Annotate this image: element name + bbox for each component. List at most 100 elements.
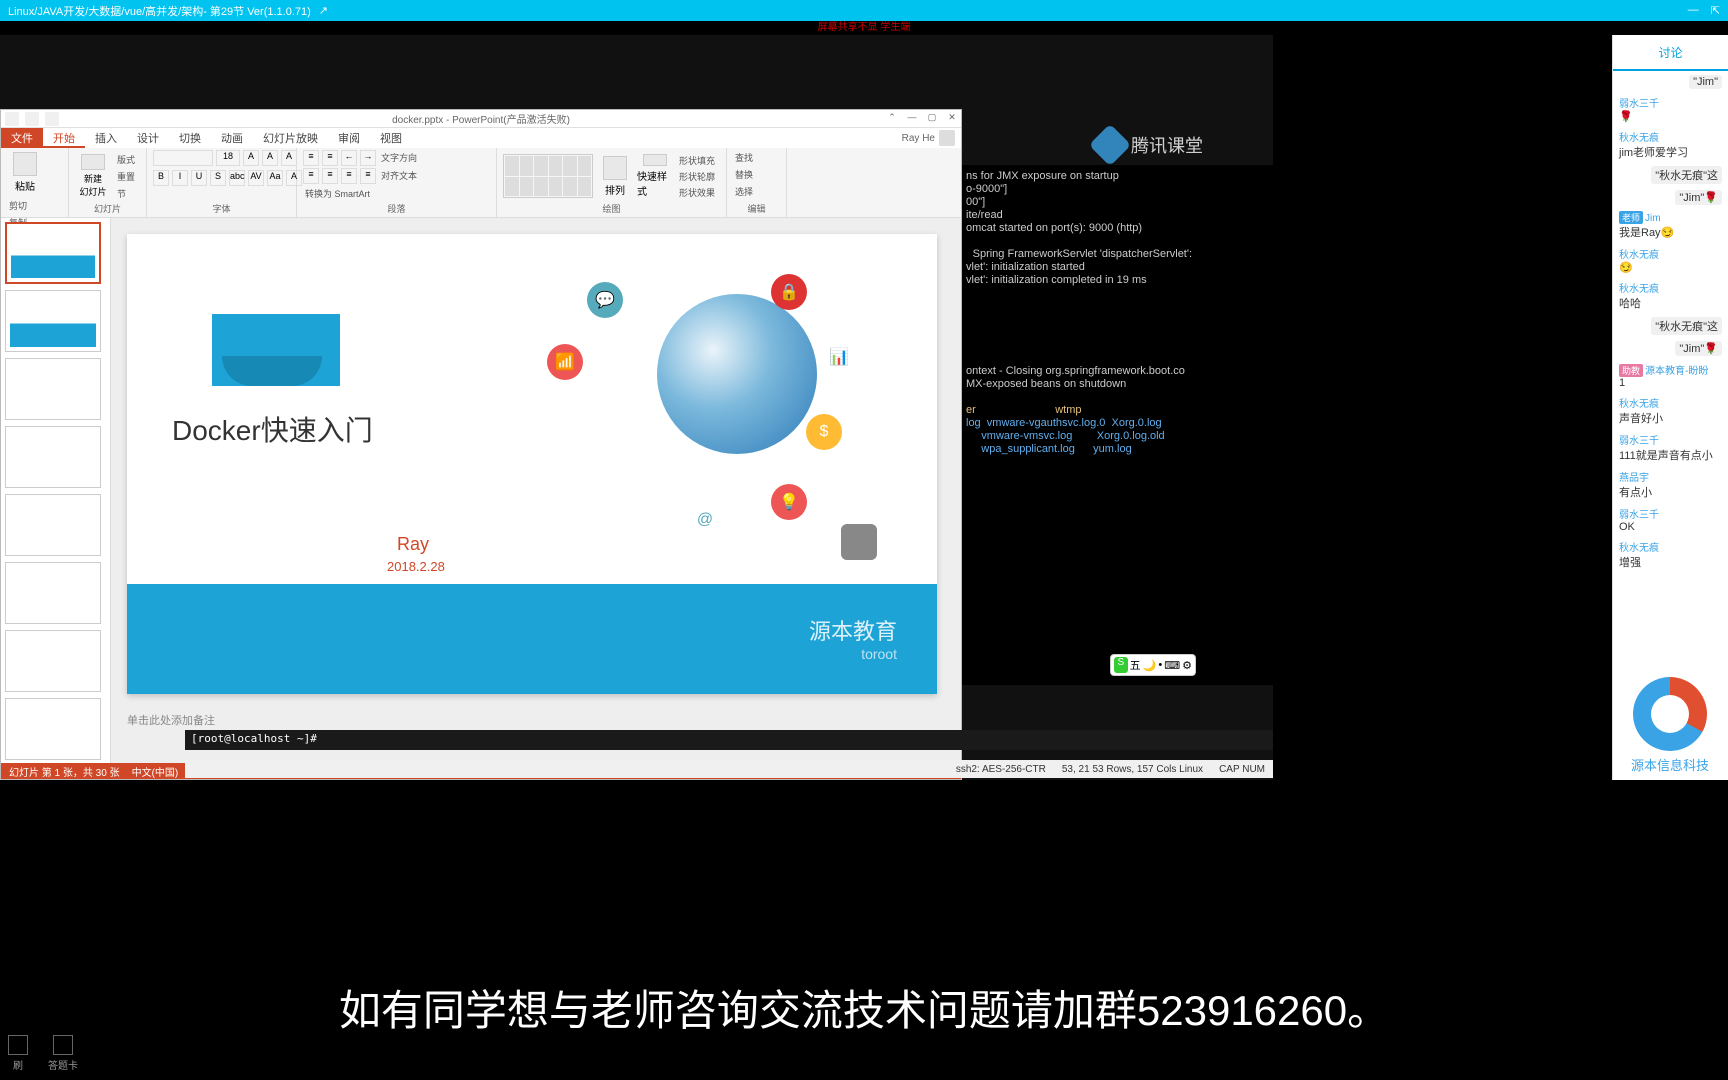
taskbar-item-1[interactable]: 刷 [8,1035,28,1072]
align-left-icon[interactable]: ≡ [303,168,319,184]
find-button[interactable]: 查找 [733,150,755,165]
replace-button[interactable]: 替换 [733,167,755,182]
thumb-6[interactable] [5,562,101,624]
thumb-5[interactable] [5,494,101,556]
thumb-3[interactable] [5,358,101,420]
ime-dot-icon[interactable]: • [1158,659,1162,671]
spacing-icon[interactable]: AV [248,170,264,186]
section-button[interactable]: 节 [115,186,137,201]
chat-message: "Jim" [1619,75,1722,89]
select-button[interactable]: 选择 [733,184,755,199]
group-para-label: 段落 [303,202,490,215]
company-name: 源本信息科技 [1620,755,1720,774]
align-center-icon[interactable]: ≡ [322,168,338,184]
chat-message: 秋水无痕jim老师爱学习 [1619,129,1722,160]
tab-review[interactable]: 审阅 [328,128,370,148]
strike-icon[interactable]: S [210,170,226,186]
taskbar-item-2[interactable]: 答题卡 [48,1035,78,1072]
terminal-output[interactable]: ns for JMX exposure on startup o-9000"] … [962,165,1273,685]
thumb-7[interactable] [5,630,101,692]
user-name: Ray He [902,133,935,144]
align-right-icon[interactable]: ≡ [341,168,357,184]
ime-kbd-icon[interactable]: ⌨ [1164,659,1180,672]
ime-mode[interactable]: 五 [1130,657,1141,673]
smartart-button[interactable]: 转换为 SmartArt [303,186,372,202]
tab-animations[interactable]: 动画 [211,128,253,148]
tab-design[interactable]: 设计 [127,128,169,148]
mouse-icon [841,524,877,560]
bold-icon[interactable]: B [153,170,169,186]
indent-inc-icon[interactable]: → [360,150,376,166]
font-family-select[interactable] [153,150,213,166]
minimize-icon[interactable]: — [1688,4,1699,17]
new-slide-button[interactable]: 新建 幻灯片 [75,154,111,198]
slide-author[interactable]: Ray [397,534,429,555]
save-icon[interactable] [5,112,19,126]
text-dir-button[interactable]: 文字方向 [379,150,419,166]
shape-effect-button[interactable]: 形状效果 [677,185,717,200]
ribbon-opts-icon[interactable]: ⌃ [883,112,901,126]
indent-dec-icon[interactable]: ← [341,150,357,166]
pin-icon[interactable]: ⇱ [1711,4,1720,17]
win-max-icon[interactable]: ▢ [923,112,941,126]
quick-style-button[interactable]: 快速样式 [637,154,673,198]
bottom-overlay: 如有同学想与老师咨询交流技术问题请加群523916260。 刷 答题卡 [0,780,1728,1080]
grow-font-icon[interactable]: A [243,150,259,166]
ime-moon-icon[interactable]: 🌙 [1143,659,1157,672]
slide-date[interactable]: 2018.2.28 [387,559,445,574]
paste-button[interactable]: 粘贴 [7,150,43,194]
lang-indicator[interactable]: 中文(中国) [132,764,179,779]
lock-icon: 🔒 [771,274,807,310]
tab-insert[interactable]: 插入 [85,128,127,148]
numbering-icon[interactable]: ≡ [322,150,338,166]
user-account[interactable]: Ray He [902,128,961,148]
tab-file[interactable]: 文件 [1,128,43,148]
case-icon[interactable]: Aa [267,170,283,186]
chat-message: "Jim"🌹 [1619,190,1722,205]
undo-icon[interactable] [25,112,39,126]
ime-gear-icon[interactable]: ⚙ [1182,659,1192,672]
italic-icon[interactable]: I [172,170,188,186]
notes-placeholder[interactable]: 单击此处添加备注 [127,712,945,728]
chat-messages[interactable]: "Jim"弱水三千🌹秋水无痕jim老师爱学习"秋水无痕"这"Jim"🌹老师Jim… [1613,71,1728,780]
shrink-font-icon[interactable]: A [262,150,278,166]
cursor-pos: 53, 21 53 Rows, 157 Cols Linux [1062,764,1203,775]
bullets-icon[interactable]: ≡ [303,150,319,166]
current-slide[interactable]: Docker快速入门 💬 🔒 📶 📊 $ 💡 @ Ray 2018.2.28 源… [127,234,937,694]
tab-view[interactable]: 视图 [370,128,412,148]
shape-fill-button[interactable]: 形状填充 [677,153,717,168]
align-text-button[interactable]: 对齐文本 [379,168,419,184]
font-size-select[interactable]: 18 [216,150,240,166]
slide-thumbnails[interactable] [1,218,111,769]
terminal-prompt[interactable]: [root@localhost ~]# [185,730,1273,750]
thumb-8[interactable] [5,698,101,760]
clear-fmt-icon[interactable]: A [281,150,297,166]
docker-logo-icon [212,314,340,386]
win-min-icon[interactable]: — [903,112,921,126]
caps-num: CAP NUM [1219,764,1265,775]
tab-home[interactable]: 开始 [43,128,85,148]
underline-icon[interactable]: U [191,170,207,186]
slide-editor[interactable]: Docker快速入门 💬 🔒 📶 📊 $ 💡 @ Ray 2018.2.28 源… [111,218,961,769]
shapes-gallery[interactable] [503,154,593,198]
chat-tab-discuss[interactable]: 讨论 [1613,35,1728,71]
share-icon[interactable]: ↗ [319,4,328,17]
shadow-icon[interactable]: abc [229,170,245,186]
thumb-4[interactable] [5,426,101,488]
app-titlebar: Linux/JAVA开发/大数据/vue/高并发/架构- 第29节 Ver(1.… [0,0,1728,21]
ime-toolbar[interactable]: S 五 🌙 • ⌨ ⚙ [1110,654,1196,676]
shape-outline-button[interactable]: 形状轮廓 [677,169,717,184]
cut-button[interactable]: 剪切 [7,198,38,213]
layout-button[interactable]: 版式 [115,152,137,167]
slide-title[interactable]: Docker快速入门 [172,409,373,449]
win-close-icon[interactable]: ✕ [943,112,961,126]
thumb-1[interactable] [5,222,101,284]
justify-icon[interactable]: ≡ [360,168,376,184]
arrange-button[interactable]: 排列 [597,154,633,198]
quick-access-toolbar [1,112,63,126]
redo-icon[interactable] [45,112,59,126]
tab-slideshow[interactable]: 幻灯片放映 [253,128,328,148]
thumb-2[interactable] [5,290,101,352]
reset-button[interactable]: 重置 [115,169,137,184]
tab-transitions[interactable]: 切换 [169,128,211,148]
